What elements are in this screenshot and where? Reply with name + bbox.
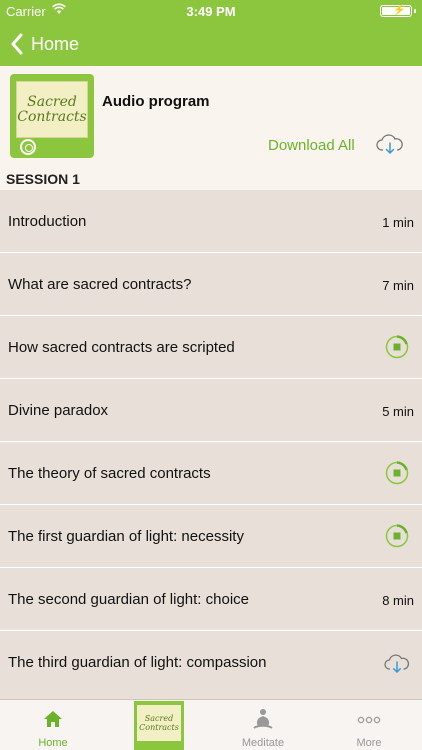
track-row[interactable]: The theory of sacred contracts (0, 442, 422, 505)
cover-text-line2: Contracts (17, 108, 87, 125)
session-label: SESSION 1 (6, 171, 80, 187)
cover-badge-icon (20, 139, 36, 155)
track-title: The first guardian of light: necessity (8, 528, 244, 545)
program-header: Sacred Contracts Audio program Download … (0, 66, 422, 190)
thumb-text-line1: Sacred (144, 714, 174, 723)
program-cover-image: Sacred Contracts (10, 74, 94, 158)
download-cloud-icon[interactable] (384, 652, 410, 674)
track-duration: 8 min (382, 593, 414, 608)
download-all-button[interactable]: Download All (268, 137, 355, 154)
battery-icon: ⚡ (380, 5, 416, 17)
navigation-bar: Carrier 3:49 PM ⚡ Home (0, 0, 422, 66)
home-icon (44, 711, 62, 727)
track-row[interactable]: The second guardian of light: choice 8 mi… (0, 568, 422, 631)
tab-more[interactable]: More (342, 700, 396, 750)
track-title: Divine paradox (8, 402, 109, 419)
status-bar: Carrier 3:49 PM ⚡ (0, 0, 422, 22)
track-row[interactable]: The third guardian of light: compassion (0, 631, 422, 694)
program-title: Audio program (102, 93, 210, 110)
track-duration: 1 min (382, 215, 414, 230)
chevron-left-icon (11, 33, 23, 55)
track-title: Introduction (8, 213, 87, 230)
stop-download-icon[interactable] (385, 335, 409, 359)
thumb-text-line2: Contracts (139, 723, 179, 732)
back-button[interactable]: Home (10, 30, 79, 58)
track-row[interactable]: The first guardian of light: necessity (0, 505, 422, 568)
meditate-icon (253, 709, 273, 729)
cover-text-line1: Sacred (27, 93, 77, 110)
track-title: How sacred contracts are scripted (8, 339, 235, 356)
track-title: The second guardian of light: choice (8, 591, 249, 608)
download-all-cloud-icon[interactable] (376, 133, 404, 155)
back-label: Home (31, 33, 80, 54)
tab-home-label: Home (38, 737, 68, 749)
tab-more-label: More (356, 737, 382, 749)
status-time: 3:49 PM (186, 4, 236, 19)
tab-bar: Home Sacred Contracts Meditate More (0, 699, 422, 750)
track-row[interactable]: What are sacred contracts? 7 min (0, 253, 422, 316)
tab-meditate[interactable]: Meditate (236, 700, 290, 750)
stop-download-icon[interactable] (385, 461, 409, 485)
track-title: The theory of sacred contracts (8, 465, 211, 482)
track-row[interactable]: Introduction 1 min (0, 190, 422, 253)
track-row[interactable]: Divine paradox 5 min (0, 379, 422, 442)
stop-download-icon[interactable] (385, 524, 409, 548)
track-title: The third guardian of light: compassion (8, 654, 267, 671)
track-duration: 7 min (382, 278, 414, 293)
tab-meditate-label: Meditate (241, 737, 285, 749)
track-title: What are sacred contracts? (8, 276, 192, 293)
track-duration: 5 min (382, 404, 414, 419)
tab-program[interactable]: Sacred Contracts (132, 700, 186, 750)
program-thumb-image: Sacred Contracts (134, 701, 184, 750)
tab-home[interactable]: Home (26, 700, 80, 750)
more-icon (357, 716, 381, 724)
track-list: Introduction 1 min What are sacred contrac… (0, 190, 422, 694)
track-row[interactable]: How sacred contracts are scripted (0, 316, 422, 379)
